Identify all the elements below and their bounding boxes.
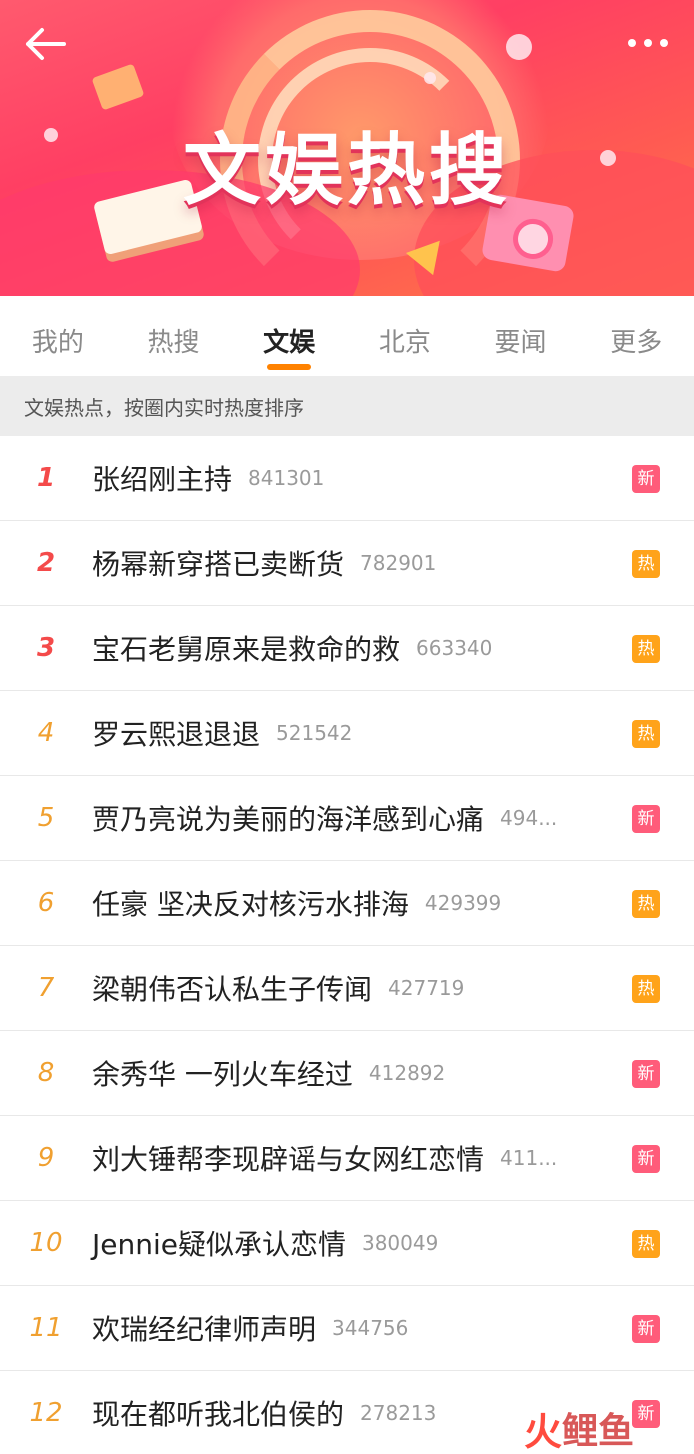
tab-news[interactable]: 要闻 (463, 296, 579, 376)
list-item[interactable]: 8 余秀华 一列火车经过 412892 新 (0, 1031, 694, 1116)
list-item[interactable]: 10 Jennie疑似承认恋情 380049 热 (0, 1201, 694, 1286)
rank-number: 12 (29, 1398, 63, 1428)
page-title: 文娱热搜 (182, 126, 511, 216)
new-badge: 新 (632, 1060, 660, 1088)
heat-count: 663340 (416, 636, 493, 660)
rank-number: 8 (37, 1058, 55, 1088)
topic-title: 现在都听我北伯侯的 (92, 1398, 345, 1431)
back-arrow-icon (26, 28, 66, 60)
rank-number: 4 (37, 718, 55, 748)
banner-paper-decoration (91, 63, 145, 111)
new-badge: 新 (632, 1315, 660, 1343)
tab-beijing[interactable]: 北京 (347, 296, 463, 376)
section-description: 文娱热点，按圈内实时热度排序 (0, 376, 694, 436)
heat-count: 494... (500, 806, 558, 830)
heat-count: 380049 (361, 1231, 439, 1255)
tab-more[interactable]: 更多 (578, 296, 694, 376)
topic-title: 张绍刚主持 (92, 463, 233, 496)
new-badge: 新 (632, 805, 660, 833)
heat-count: 782901 (360, 551, 437, 575)
rank-number: 2 (36, 548, 56, 578)
tab-entertainment[interactable]: 文娱 (231, 296, 347, 376)
topic-title: 梁朝伟否认私生子传闻 (92, 973, 373, 1006)
hot-badge: 热 (632, 1230, 660, 1258)
heat-count: 411... (500, 1146, 558, 1170)
topic-title: 余秀华 一列火车经过 (92, 1058, 353, 1091)
banner-bubble (506, 34, 532, 60)
hot-badge: 热 (632, 635, 660, 663)
rank-number: 9 (37, 1143, 55, 1173)
topic-title: 欢瑞经纪律师声明 (92, 1313, 317, 1346)
list-item[interactable]: 3 宝石老舅原来是救命的救 663340 热 (0, 606, 694, 691)
heat-count: 427719 (388, 976, 465, 1000)
more-button[interactable] (624, 28, 672, 58)
list-item[interactable]: 5 贾乃亮说为美丽的海洋感到心痛 494... 新 (0, 776, 694, 861)
heat-count: 278213 (360, 1401, 437, 1425)
list-item[interactable]: 4 罗云熙退退退 521542 热 (0, 691, 694, 776)
hot-search-list: 1 张绍刚主持 841301 新 2 杨幂新穿搭已卖断货 782901 热 3 宝石老舅原来是救命… (0, 436, 694, 1454)
hot-badge: 热 (632, 975, 660, 1003)
list-item[interactable]: 7 梁朝伟否认私生子传闻 427719 热 (0, 946, 694, 1031)
hot-badge: 热 (632, 550, 660, 578)
topic-title: 任豪 坚决反对核污水排海 (92, 888, 409, 921)
rank-number: 1 (36, 463, 56, 493)
rank-number: 5 (37, 803, 55, 833)
rank-number: 11 (29, 1313, 63, 1343)
banner: 文娱热搜 (0, 0, 694, 296)
banner-bubble (424, 72, 436, 84)
new-badge: 新 (632, 465, 660, 493)
topic-title: 宝石老舅原来是救命的救 (92, 633, 401, 666)
watermark-text: 鲤鱼 (562, 1411, 635, 1452)
list-item[interactable]: 1 张绍刚主持 841301 新 (0, 436, 694, 521)
rank-number: 3 (36, 633, 56, 663)
topic-title: 刘大锤帮李现辟谣与女网红恋情 (92, 1143, 485, 1176)
topic-title: 杨幂新穿搭已卖断货 (92, 548, 345, 581)
list-item[interactable]: 9 刘大锤帮李现辟谣与女网红恋情 411... 新 (0, 1116, 694, 1201)
rank-number: 6 (37, 888, 55, 918)
more-dots-icon (628, 39, 668, 47)
hot-badge: 热 (632, 890, 660, 918)
list-item[interactable]: 11 欢瑞经纪律师声明 344756 新 (0, 1286, 694, 1371)
new-badge: 新 (632, 1400, 660, 1428)
tab-hot-search[interactable]: 热搜 (116, 296, 232, 376)
topic-title: 贾乃亮说为美丽的海洋感到心痛 (92, 803, 485, 836)
topic-title: 罗云熙退退退 (92, 718, 261, 751)
heat-count: 841301 (248, 466, 325, 490)
list-item[interactable]: 2 杨幂新穿搭已卖断货 782901 热 (0, 521, 694, 606)
watermark-logo: 火 (524, 1409, 563, 1454)
rank-number: 7 (37, 973, 55, 1003)
heat-count: 344756 (332, 1316, 409, 1340)
topic-title: Jennie疑似承认恋情 (92, 1228, 346, 1261)
back-button[interactable] (20, 24, 70, 64)
tab-bar: 我的 热搜 文娱 北京 要闻 更多 (0, 296, 694, 376)
heat-count: 521542 (276, 721, 353, 745)
new-badge: 新 (632, 1145, 660, 1173)
heat-count: 412892 (368, 1061, 446, 1085)
watermark: 火 鲤鱼 (524, 1404, 635, 1454)
heat-count: 429399 (424, 891, 502, 915)
list-item[interactable]: 6 任豪 坚决反对核污水排海 429399 热 (0, 861, 694, 946)
tab-mine[interactable]: 我的 (0, 296, 116, 376)
rank-number: 10 (29, 1228, 63, 1258)
hot-badge: 热 (632, 720, 660, 748)
